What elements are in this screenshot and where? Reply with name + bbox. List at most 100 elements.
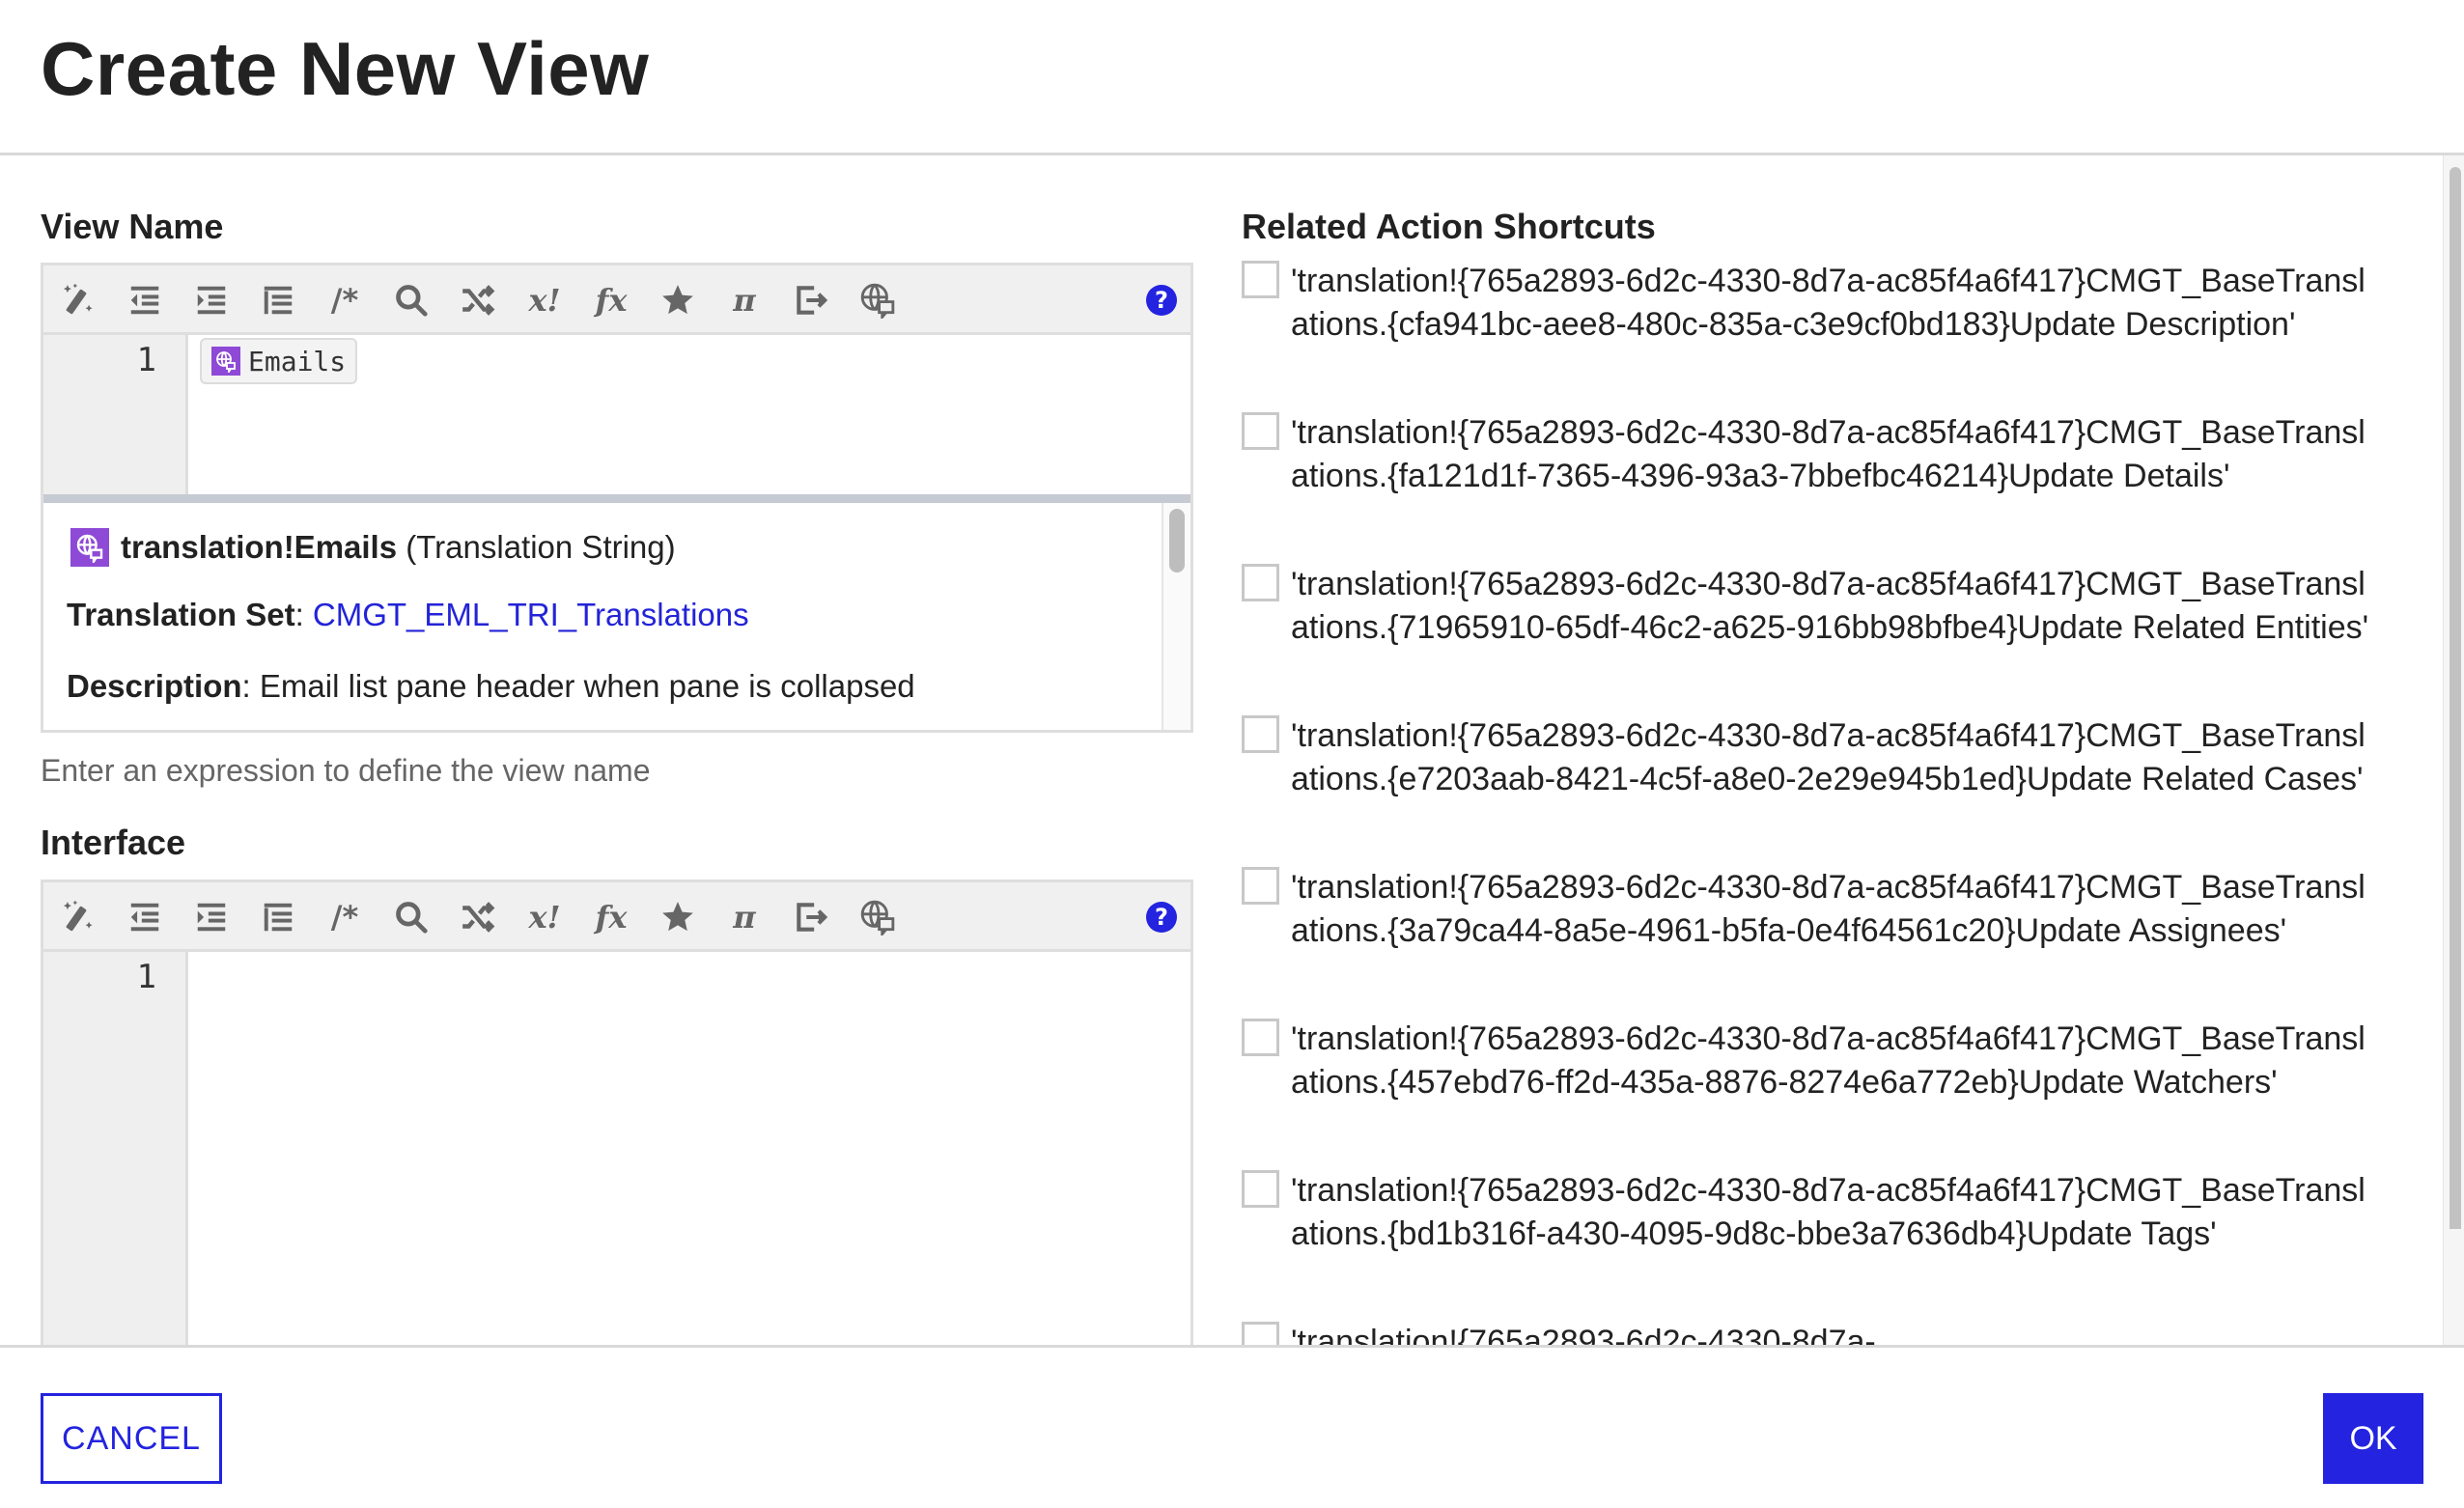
toggle-comment-button[interactable]: /* [323,279,366,321]
indent-icon [193,282,230,319]
translation-token-chip[interactable]: Emails [200,338,358,384]
constants-button[interactable]: π [723,279,766,321]
help-icon[interactable]: ? [1146,285,1177,316]
decrease-indent-button[interactable] [124,279,166,321]
translations-button[interactable] [856,896,899,938]
detail-description-row: Description: Email list pane header when… [67,668,915,704]
shortcut-item: 'translation!{765a2893-6d2c-4330-8d7a-ac… [1242,563,2400,650]
find-button[interactable] [390,896,433,938]
dialog-body: View Name /* x! fx π? 1 Emails translati… [0,155,2464,1345]
replace-button[interactable] [457,279,499,321]
description-value: Email list pane header when pane is coll… [259,668,915,704]
resize-splitter[interactable] [43,494,1190,503]
replace-button[interactable] [457,896,499,938]
indent-icon [193,899,230,936]
toggle-comment-button[interactable]: /* [323,896,366,938]
shortcut-checkbox[interactable] [1242,261,1279,298]
ok-button[interactable]: OK [2323,1393,2423,1484]
detail-scrollbar[interactable] [1162,503,1190,730]
shortcut-item: 'translation!{765a2893-6d2c-4330-8d7a-ac… [1242,1169,2400,1256]
format-expression-button[interactable] [57,279,99,321]
shortcut-label[interactable]: 'translation!{765a2893-6d2c-4330-8d7a-ac… [1291,1018,2382,1104]
expression-functions-button[interactable]: fx [590,896,632,938]
detail-type: (Translation String) [406,529,676,565]
shortcut-label[interactable]: 'translation!{765a2893-6d2c-4330-8d7a-ac… [1291,563,2382,650]
magic-wand-icon [60,282,97,319]
comment-icon: /* [330,282,359,319]
translation-set-link[interactable]: CMGT_EML_TRI_Translations [313,597,749,632]
auto-indent-button[interactable] [257,896,299,938]
pi-icon: π [733,282,756,319]
shortcut-label[interactable]: 'translation!{765a2893-6d2c-4330-8d7a-ac… [1291,1169,2382,1256]
translation-icon [859,282,896,319]
detail-title-row: translation!Emails (Translation String) [67,528,676,567]
page-scrollbar[interactable] [2443,155,2464,1345]
shortcut-label[interactable]: 'translation!{765a2893-6d2c-4330-8d7a-ac… [1291,260,2382,347]
outdent-icon [126,899,163,936]
test-icon: x! [528,899,561,936]
translation-icon [211,347,240,376]
view-name-hint: Enter an expression to define the view n… [41,753,651,788]
shuffle-icon [460,899,496,936]
line-number: 1 [136,958,156,996]
test-expression-button[interactable]: x! [523,896,566,938]
shortcut-label[interactable]: 'translation!{765a2893-6d2c-4330-8d7a- [1291,1321,2382,1345]
page-scrollbar-thumb[interactable] [2450,167,2461,1229]
shortcut-checkbox[interactable] [1242,412,1279,450]
detail-scrollbar-thumb[interactable] [1169,509,1185,572]
shortcut-label[interactable]: 'translation!{765a2893-6d2c-4330-8d7a-ac… [1291,866,2382,953]
function-icon: fx [595,282,628,319]
shortcut-checkbox[interactable] [1242,1019,1279,1056]
interface-code-input[interactable] [188,952,1190,1345]
line-gutter: 1 [43,952,188,1345]
chip-text: Emails [248,345,347,377]
magic-wand-icon [60,899,97,936]
format-expression-button[interactable] [57,896,99,938]
dialog-title: Create New View [41,26,650,111]
extract-button[interactable] [790,896,832,938]
view-name-label: View Name [41,207,224,246]
outdent-icon [126,282,163,319]
dialog-footer: CANCEL OK [0,1345,2464,1508]
shortcut-item: 'translation!{765a2893-6d2c-4330-8d7a-ac… [1242,714,2400,801]
shortcut-label[interactable]: 'translation!{765a2893-6d2c-4330-8d7a-ac… [1291,411,2382,498]
view-name-toolbar: /* x! fx π? [43,265,1190,335]
shortcut-label[interactable]: 'translation!{765a2893-6d2c-4330-8d7a-ac… [1291,714,2382,801]
increase-indent-button[interactable] [190,896,233,938]
help-icon[interactable]: ? [1146,902,1177,933]
view-name-code-input[interactable]: Emails [188,335,1190,494]
favorites-button[interactable] [657,896,699,938]
search-icon [393,282,430,319]
line-number: 1 [136,341,156,379]
list-indent-icon [260,899,296,936]
translation-set-label: Translation Set [67,597,295,632]
star-icon [659,282,696,319]
detail-name: translation!Emails [121,529,398,565]
shortcut-checkbox[interactable] [1242,564,1279,601]
line-gutter: 1 [43,335,188,494]
shortcut-checkbox[interactable] [1242,715,1279,753]
decrease-indent-button[interactable] [124,896,166,938]
dialog-header: Create New View [0,0,2464,155]
shortcut-item: 'translation!{765a2893-6d2c-4330-8d7a-ac… [1242,411,2400,498]
shortcut-checkbox[interactable] [1242,1322,1279,1345]
find-button[interactable] [390,279,433,321]
shortcut-item: 'translation!{765a2893-6d2c-4330-8d7a-ac… [1242,260,2400,347]
favorites-button[interactable] [657,279,699,321]
related-action-shortcuts-label: Related Action Shortcuts [1242,207,1656,246]
translations-button[interactable] [856,279,899,321]
auto-indent-button[interactable] [257,279,299,321]
translation-icon [859,899,896,936]
cancel-button[interactable]: CANCEL [41,1393,222,1484]
extract-button[interactable] [790,279,832,321]
shortcut-checkbox[interactable] [1242,1170,1279,1208]
constants-button[interactable]: π [723,896,766,938]
view-name-expression-editor: /* x! fx π? 1 Emails translation!Emails … [41,263,1193,733]
detail-translation-set-row: Translation Set: CMGT_EML_TRI_Translatio… [67,597,749,632]
export-icon [793,899,829,936]
increase-indent-button[interactable] [190,279,233,321]
list-indent-icon [260,282,296,319]
shortcut-checkbox[interactable] [1242,867,1279,905]
test-expression-button[interactable]: x! [523,279,566,321]
expression-functions-button[interactable]: fx [590,279,632,321]
